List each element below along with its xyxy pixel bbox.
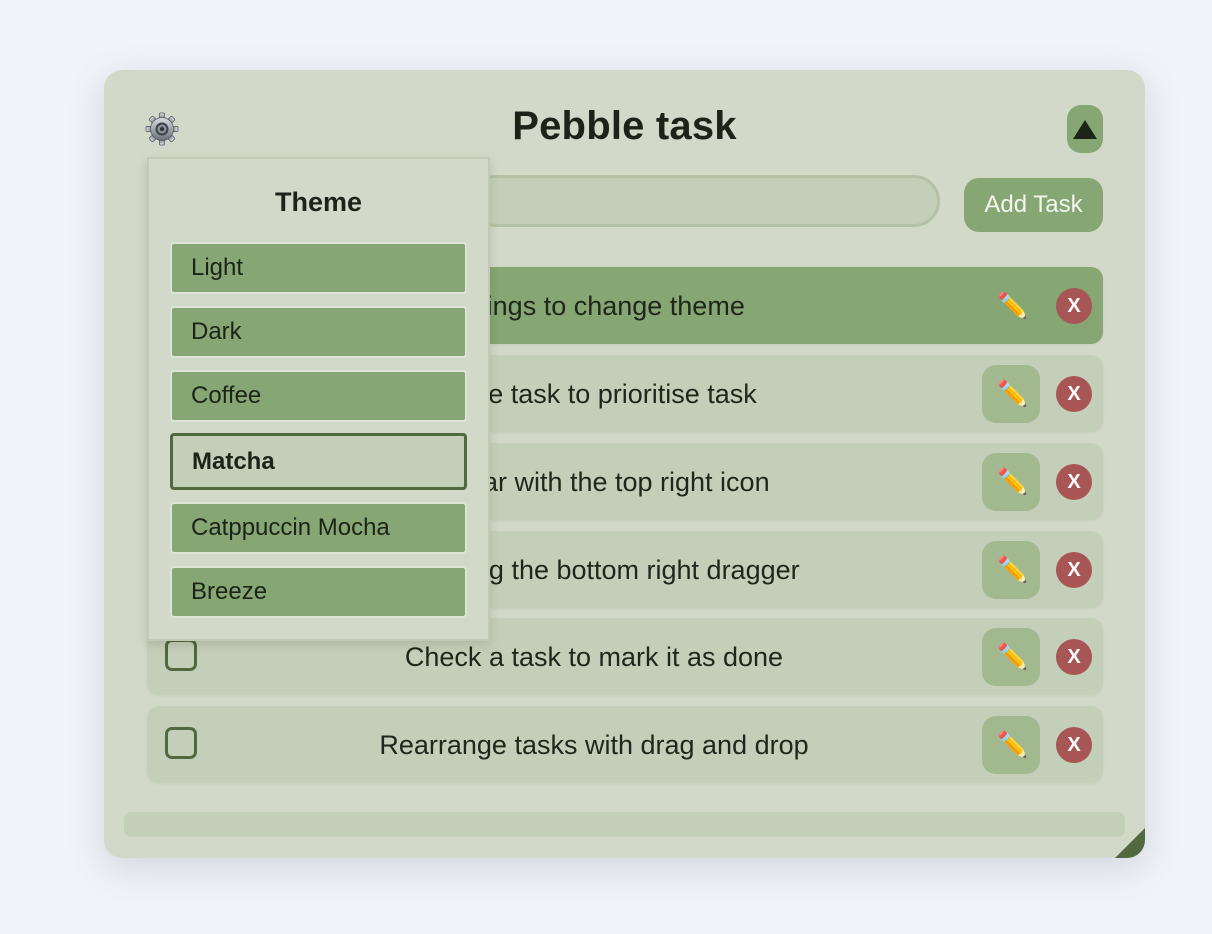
delete-task-button[interactable]: X — [1056, 376, 1092, 412]
theme-option-dark[interactable]: Dark — [170, 306, 467, 358]
delete-task-button[interactable]: X — [1056, 464, 1092, 500]
delete-task-button[interactable]: X — [1056, 639, 1092, 675]
theme-menu: Theme Light Dark Coffee Matcha Catppucci… — [147, 157, 490, 641]
add-task-button[interactable]: Add Task — [964, 178, 1103, 232]
pencil-icon: ✏️ — [997, 292, 1029, 320]
pencil-icon: ✏️ — [997, 731, 1029, 759]
pencil-icon: ✏️ — [997, 556, 1029, 584]
theme-option-catppuccin-mocha[interactable]: Catppuccin Mocha — [170, 502, 467, 554]
edit-task-button[interactable]: ✏️ — [982, 277, 1040, 335]
edit-task-button[interactable]: ✏️ — [982, 628, 1040, 686]
delete-task-button[interactable]: X — [1056, 552, 1092, 588]
edit-task-button[interactable]: ✏️ — [982, 453, 1040, 511]
pencil-icon: ✏️ — [997, 643, 1029, 671]
collapse-taskbar-button[interactable] — [1067, 105, 1103, 153]
task-item[interactable]: Rearrange tasks with drag and drop ✏️ X — [147, 706, 1103, 783]
theme-option-light[interactable]: Light — [170, 242, 467, 294]
triangle-up-icon — [1073, 120, 1097, 139]
app-title: Pebble task — [512, 104, 737, 148]
theme-option-matcha[interactable]: Matcha — [170, 433, 467, 490]
edit-task-button[interactable]: ✏️ — [982, 716, 1040, 774]
delete-task-button[interactable]: X — [1056, 727, 1092, 763]
pencil-icon: ✏️ — [997, 380, 1029, 408]
task-text: Check a task to mark it as done — [404, 642, 784, 672]
edit-task-button[interactable]: ✏️ — [982, 365, 1040, 423]
theme-menu-title: Theme — [274, 187, 363, 217]
edit-task-button[interactable]: ✏️ — [982, 541, 1040, 599]
horizontal-scrollbar[interactable] — [124, 812, 1125, 837]
task-input[interactable] — [470, 175, 940, 227]
resize-corner-icon[interactable] — [1115, 828, 1145, 858]
theme-option-breeze[interactable]: Breeze — [170, 566, 467, 618]
task-text: Rearrange tasks with drag and drop — [379, 730, 809, 760]
pencil-icon: ✏️ — [997, 468, 1029, 496]
delete-task-button[interactable]: X — [1056, 288, 1092, 324]
theme-option-coffee[interactable]: Coffee — [170, 370, 467, 422]
